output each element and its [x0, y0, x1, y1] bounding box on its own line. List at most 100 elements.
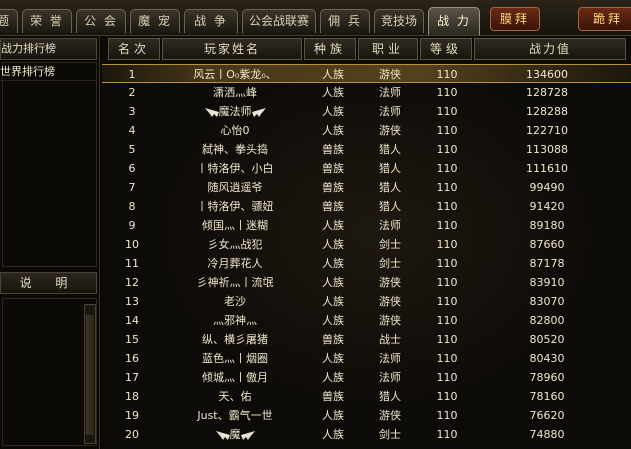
- name-cell: 倾国灬丨迷糊: [162, 216, 308, 235]
- description-scrollbar[interactable]: [84, 304, 96, 444]
- level-cell: 110: [436, 371, 458, 384]
- job-cell: 剑士: [379, 257, 401, 270]
- race-cell: 人族: [322, 371, 344, 384]
- player-name: Just、霸气一世: [197, 409, 273, 422]
- tab-pet[interactable]: 魔 宠: [130, 9, 180, 33]
- player-name: 灬邪神灬: [213, 314, 257, 327]
- tab-guild[interactable]: 公 会: [76, 9, 126, 33]
- player-name: 丨特洛伊、骠妞: [196, 200, 274, 213]
- race-cell: 人族: [322, 68, 344, 81]
- table-row[interactable]: 19 Just、霸气一世 人族 游侠 110 76620: [102, 406, 631, 425]
- table-row[interactable]: 6 丨特洛伊、小白 兽族 猎人 110 111610: [102, 159, 631, 178]
- name-cell: 随风逍遥爷: [162, 178, 308, 197]
- description-box: [2, 298, 97, 446]
- level-cell: 110: [436, 352, 458, 365]
- header-race[interactable]: 种族: [304, 38, 356, 60]
- table-row[interactable]: 3 魔法师 人族 法师 110 128288: [102, 102, 631, 121]
- name-cell: 彡神祈灬丨流氓: [162, 273, 308, 292]
- rank-cell: 16: [125, 352, 139, 365]
- level-cell: 110: [436, 276, 458, 289]
- table-row[interactable]: 9 倾国灬丨迷糊 人族 法师 110 89180: [102, 216, 631, 235]
- race-cell: 人族: [322, 124, 344, 137]
- race-cell: 人族: [322, 238, 344, 251]
- table-row[interactable]: 20 魔 人族 剑士 110 74880: [102, 425, 631, 444]
- header-name[interactable]: 玩家姓名: [162, 38, 302, 60]
- kneel-button[interactable]: 跪拜: [578, 7, 631, 31]
- name-cell: 丨特洛伊、小白: [162, 159, 308, 178]
- power-cell: 111610: [526, 162, 568, 175]
- table-row[interactable]: 14 灬邪神灬 人族 游侠 110 82800: [102, 311, 631, 330]
- rank-cell: 19: [125, 409, 139, 422]
- rank-cell: 11: [125, 257, 139, 270]
- table-row[interactable]: 11 冷月葬花人 人族 剑士 110 87178: [102, 254, 631, 273]
- rank-cell: 20: [125, 428, 139, 441]
- race-cell: 人族: [322, 352, 344, 365]
- power-cell: 128728: [526, 86, 568, 99]
- level-cell: 110: [436, 333, 458, 346]
- player-name: 倾城灬丨傲月: [202, 371, 268, 384]
- table-row[interactable]: 5 弑神、拳头捣 兽族 猎人 110 113088: [102, 140, 631, 159]
- level-cell: 110: [436, 219, 458, 232]
- rank-cell: 5: [128, 143, 136, 156]
- rank-cell: 2: [128, 86, 136, 99]
- rank-cell: 6: [128, 162, 136, 175]
- level-cell: 110: [436, 295, 458, 308]
- left-panel: 战力排行榜 世界排行榜 说 明: [0, 36, 100, 449]
- player-name: 弑神、拳头捣: [202, 143, 268, 156]
- job-cell: 剑士: [379, 238, 401, 251]
- power-cell: 82800: [529, 314, 565, 327]
- player-name: 彡女灬战犯: [207, 238, 263, 251]
- power-cell: 76620: [529, 409, 565, 422]
- table-row[interactable]: 2 潇洒灬峰 人族 法师 110 128728: [102, 83, 631, 102]
- header-job[interactable]: 职业: [358, 38, 418, 60]
- rank-cell: 7: [128, 181, 136, 194]
- header-power[interactable]: 战力值: [474, 38, 626, 60]
- power-cell: 122710: [526, 124, 568, 137]
- table-row[interactable]: 10 彡女灬战犯 人族 剑士 110 87660: [102, 235, 631, 254]
- job-cell: 猎人: [379, 390, 401, 403]
- name-cell: 冷月葬花人: [162, 254, 308, 273]
- power-cell: 99490: [529, 181, 565, 194]
- header-level[interactable]: 等级: [420, 38, 472, 60]
- level-cell: 110: [436, 86, 458, 99]
- wing-right-icon: [251, 107, 266, 117]
- table-row[interactable]: 8 丨特洛伊、骠妞 兽族 猎人 110 91420: [102, 197, 631, 216]
- power-cell: 74880: [529, 428, 565, 441]
- tab-arena[interactable]: 竞技场: [374, 9, 424, 33]
- tab-guild-league[interactable]: 公会战联赛: [242, 9, 316, 33]
- rank-cell: 4: [128, 124, 136, 137]
- table-row[interactable]: 17 倾城灬丨傲月 人族 法师 110 78960: [102, 368, 631, 387]
- table-row[interactable]: 4 心怡0 人族 游侠 110 122710: [102, 121, 631, 140]
- job-cell: 法师: [379, 352, 401, 365]
- table-row[interactable]: 13 老沙 人族 游侠 110 83070: [102, 292, 631, 311]
- scrollbar-thumb[interactable]: [86, 315, 94, 435]
- tab-mercenary[interactable]: 佣 兵: [320, 9, 370, 33]
- level-cell: 110: [436, 68, 458, 81]
- race-cell: 人族: [322, 86, 344, 99]
- top-tab-bar: 题 荣 誉 公 会 魔 宠 战 争 公会战联赛 佣 兵 竞技场 战 力 膜拜 跪…: [0, 0, 631, 36]
- table-row[interactable]: 1 风云丨O₀紫龙₀、 人族 游侠 110 134600: [102, 64, 631, 83]
- job-cell: 法师: [379, 105, 401, 118]
- table-row[interactable]: 12 彡神祈灬丨流氓 人族 游侠 110 83910: [102, 273, 631, 292]
- table-row[interactable]: 18 天、佑 兽族 猎人 110 78160: [102, 387, 631, 406]
- player-name: 倾国灬丨迷糊: [202, 219, 268, 232]
- tab-power[interactable]: 战 力: [428, 7, 480, 35]
- rank-cell: 9: [128, 219, 136, 232]
- tab-honor[interactable]: 荣 誉: [22, 9, 72, 33]
- table-row[interactable]: 16 蓝色灬丨烟圈 人族 法师 110 80430: [102, 349, 631, 368]
- worship-button[interactable]: 膜拜: [490, 7, 540, 31]
- player-name: 冷月葬花人: [207, 257, 263, 270]
- tab-title[interactable]: 题: [0, 9, 18, 33]
- rank-cell: 8: [128, 200, 136, 213]
- table-row[interactable]: 7 随风逍遥爷 兽族 猎人 110 99490: [102, 178, 631, 197]
- table-row[interactable]: 15 纵、横彡屠猪 兽族 战士 110 80520: [102, 330, 631, 349]
- job-cell: 游侠: [379, 295, 401, 308]
- player-name: 魔法师: [218, 105, 252, 118]
- job-cell: 游侠: [379, 314, 401, 327]
- job-cell: 剑士: [379, 428, 401, 441]
- job-cell: 游侠: [379, 124, 401, 137]
- header-rank[interactable]: 名次: [108, 38, 160, 60]
- tab-war[interactable]: 战 争: [184, 9, 238, 33]
- level-cell: 110: [436, 181, 458, 194]
- sidebar-item-world-ranking[interactable]: 世界排行榜: [0, 63, 97, 81]
